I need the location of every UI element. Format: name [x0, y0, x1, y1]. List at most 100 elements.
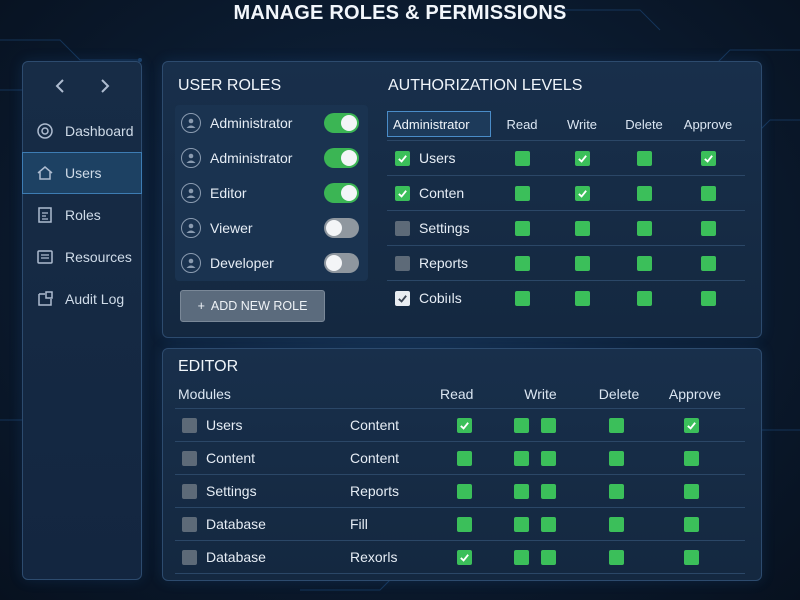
plus-icon: +	[197, 299, 205, 313]
permission-cell	[440, 450, 488, 466]
write-permission-checkbox[interactable]	[540, 549, 556, 565]
read-permission-checkbox[interactable]	[456, 483, 472, 499]
permission-cell	[491, 220, 553, 236]
role-row[interactable]: Viewer	[175, 210, 368, 245]
authorization-levels-title: AUTHORIZATION LEVELS	[388, 77, 583, 94]
role-name: Developer	[210, 254, 274, 271]
delete-permission-checkbox[interactable]	[608, 450, 624, 466]
role-toggle[interactable]	[324, 217, 359, 238]
module-checkbox[interactable]	[182, 417, 197, 433]
permission-cell	[440, 417, 488, 433]
write-permission-checkbox[interactable]	[540, 417, 556, 433]
read-permission-checkbox[interactable]	[456, 549, 472, 565]
editor-rows: Users Content Content Content Settings Report…	[175, 409, 745, 574]
role-toggle[interactable]	[324, 112, 359, 133]
write-permission-checkbox[interactable]	[574, 185, 590, 201]
permission-cell	[611, 220, 677, 236]
delete-permission-checkbox[interactable]	[636, 150, 652, 166]
approve-permission-checkbox[interactable]	[700, 220, 716, 236]
approve-permission-checkbox[interactable]	[700, 290, 716, 306]
approve-permission-checkbox[interactable]	[700, 150, 716, 166]
role-row[interactable]: Developer	[175, 245, 368, 280]
module-cell: Database	[175, 549, 350, 565]
sidebar-item-audit-log[interactable]: Audit Log	[23, 278, 141, 320]
write-permission-checkbox[interactable]	[540, 516, 556, 532]
approve-permission-checkbox[interactable]	[683, 483, 699, 499]
role-toggle[interactable]	[324, 182, 359, 203]
write-permission-checkbox[interactable]	[513, 549, 529, 565]
user-roles-title: USER ROLES	[178, 77, 282, 94]
approve-permission-checkbox[interactable]	[683, 516, 699, 532]
read-permission-checkbox[interactable]	[514, 220, 530, 236]
role-row[interactable]: Administrator	[175, 140, 368, 175]
module-checkbox[interactable]	[182, 483, 197, 499]
sidebar-item-dashboard[interactable]: Dashboard	[23, 110, 141, 152]
delete-permission-checkbox[interactable]	[608, 549, 624, 565]
sidebar-item-users[interactable]: Users	[22, 152, 142, 194]
approve-permission-checkbox[interactable]	[700, 255, 716, 271]
approve-permission-checkbox[interactable]	[683, 450, 699, 466]
delete-permission-checkbox[interactable]	[636, 255, 652, 271]
write-permission-checkbox[interactable]	[513, 417, 529, 433]
delete-permission-checkbox[interactable]	[608, 417, 624, 433]
resource-checkbox[interactable]	[395, 220, 410, 236]
approve-permission-checkbox[interactable]	[700, 185, 716, 201]
write-permission-checkbox[interactable]	[513, 516, 529, 532]
permission-cell	[553, 185, 611, 201]
add-new-role-button[interactable]: + ADD NEW ROLE	[180, 290, 325, 322]
write-permission-checkbox[interactable]	[574, 290, 590, 306]
editor-panel: EDITOR Modules Read Write Delete Approve…	[162, 348, 762, 581]
approve-permission-checkbox[interactable]	[683, 549, 699, 565]
chevron-right-icon[interactable]	[93, 74, 117, 98]
read-permission-checkbox[interactable]	[514, 185, 530, 201]
delete-permission-checkbox[interactable]	[608, 483, 624, 499]
module-cell: Users	[175, 417, 350, 433]
read-permission-checkbox[interactable]	[514, 290, 530, 306]
permission-cell	[611, 185, 677, 201]
sidebar-item-roles[interactable]: Roles	[23, 194, 141, 236]
read-permission-checkbox[interactable]	[456, 417, 472, 433]
read-permission-checkbox[interactable]	[514, 150, 530, 166]
delete-permission-checkbox[interactable]	[608, 516, 624, 532]
write-permission-checkbox[interactable]	[574, 150, 590, 166]
write-permission-checkbox[interactable]	[513, 483, 529, 499]
page-title: MANAGE ROLES & PERMISSIONS	[233, 2, 567, 24]
resource-cell: Reports	[387, 255, 491, 271]
write-permission-checkbox[interactable]	[540, 483, 556, 499]
permission-cell	[553, 150, 611, 166]
role-toggle[interactable]	[324, 252, 359, 273]
write-permission-checkbox[interactable]	[513, 450, 529, 466]
column-header-read: Read	[506, 116, 538, 132]
role-row[interactable]: Administrator	[175, 105, 368, 140]
permission-cell	[611, 255, 677, 271]
delete-permission-checkbox[interactable]	[636, 220, 652, 236]
permission-cell	[677, 220, 739, 236]
module-checkbox[interactable]	[182, 516, 197, 532]
approve-permission-checkbox[interactable]	[683, 417, 699, 433]
read-permission-checkbox[interactable]	[514, 255, 530, 271]
sidebar-item-resources[interactable]: Resources	[23, 236, 141, 278]
module-checkbox[interactable]	[182, 549, 197, 565]
editor-row: Settings Reports	[175, 475, 745, 508]
write-permission-checkbox[interactable]	[574, 255, 590, 271]
resource-checkbox[interactable]	[395, 150, 410, 166]
submodule-label: Content	[350, 417, 400, 433]
resource-checkbox[interactable]	[395, 290, 410, 306]
read-permission-checkbox[interactable]	[456, 450, 472, 466]
role-row[interactable]: Editor	[175, 175, 368, 210]
resource-checkbox[interactable]	[395, 185, 410, 201]
permission-cell	[651, 516, 731, 532]
role-select[interactable]: Administrator	[387, 111, 491, 137]
delete-permission-checkbox[interactable]	[636, 185, 652, 201]
resource-checkbox[interactable]	[395, 255, 410, 271]
chevron-left-icon[interactable]	[48, 74, 72, 98]
read-permission-checkbox[interactable]	[456, 516, 472, 532]
module-checkbox[interactable]	[182, 450, 197, 466]
delete-permission-checkbox[interactable]	[636, 290, 652, 306]
resource-label: Conten	[419, 185, 465, 201]
write-permission-checkbox[interactable]	[540, 450, 556, 466]
write-permission-checkbox[interactable]	[574, 220, 590, 236]
role-toggle[interactable]	[324, 147, 359, 168]
sidebar-item-label: Dashboard	[65, 123, 134, 139]
editor-row: Database Fill	[175, 508, 745, 541]
